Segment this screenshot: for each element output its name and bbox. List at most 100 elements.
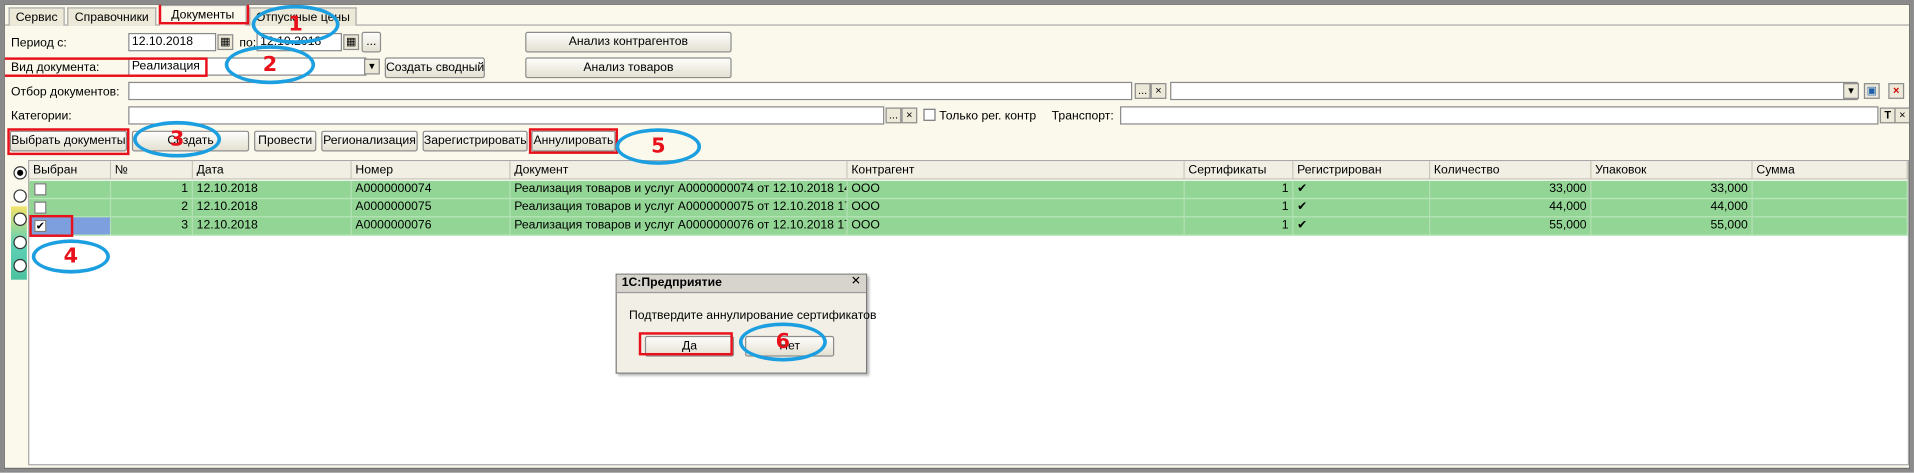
row-checkbox[interactable] xyxy=(34,183,47,196)
cell-registered: ✔ xyxy=(1293,217,1431,235)
transport-input[interactable] xyxy=(1120,106,1879,125)
categories-input[interactable] xyxy=(128,106,885,125)
cell-num: 3 xyxy=(111,217,193,235)
table-row[interactable]: 1 12.10.2018 A0000000074 Реализация това… xyxy=(29,180,1908,200)
cell-contractor: ООО xyxy=(848,199,1185,217)
col-header-date[interactable]: Дата xyxy=(192,161,352,180)
annotation-rect-select-docs xyxy=(7,128,130,156)
doc-filter-dots-button[interactable]: ... xyxy=(1134,83,1151,99)
analysis-contractors-button[interactable]: Анализ контрагентов xyxy=(525,31,732,53)
doc-filter-extra-select[interactable] xyxy=(1170,81,1858,101)
cell-sum xyxy=(1753,199,1908,217)
cell-packs: 33,000 xyxy=(1591,180,1753,198)
tab-references[interactable]: Справочники xyxy=(67,7,157,26)
col-header-selected[interactable]: Выбран xyxy=(29,161,112,180)
regionalization-button[interactable]: Регионализация xyxy=(321,130,418,152)
cell-num: 2 xyxy=(111,199,193,217)
period-from-input[interactable]: 12.10.2018 xyxy=(128,32,217,52)
cell-certificates: 1 xyxy=(1185,199,1294,217)
annotation-step-6: 6 xyxy=(738,322,827,362)
app-window: Сервис Справочники Документы Отпускные ц… xyxy=(3,3,1911,470)
cell-contractor: ООО xyxy=(848,180,1185,198)
screenshot-root: Сервис Справочники Документы Отпускные ц… xyxy=(0,0,1914,473)
cell-number: A0000000074 xyxy=(352,180,511,198)
cell-document: Реализация товаров и услуг A0000000075 о… xyxy=(511,199,848,217)
col-header-sum[interactable]: Сумма xyxy=(1752,161,1908,180)
transport-clear-icon[interactable]: × xyxy=(1894,107,1910,124)
annotation-step-3: 3 xyxy=(133,120,222,158)
cell-registered: ✔ xyxy=(1293,199,1431,217)
radio-marker[interactable] xyxy=(13,189,27,203)
annotation-rect-documents-tab xyxy=(158,4,250,25)
col-header-document[interactable]: Документ xyxy=(510,161,848,180)
categories-dots-button[interactable]: ... xyxy=(885,107,902,124)
radio-marker[interactable] xyxy=(13,258,27,273)
col-header-certificates[interactable]: Сертификаты xyxy=(1184,161,1294,180)
col-header-num[interactable]: № xyxy=(111,161,193,180)
cell-contractor: ООО xyxy=(848,217,1185,235)
col-header-packs[interactable]: Упаковок xyxy=(1591,161,1753,180)
doc-filter-input[interactable] xyxy=(128,81,1133,101)
annotation-step-1: 1 xyxy=(251,4,340,44)
radio-marker[interactable] xyxy=(13,235,27,250)
col-header-registered[interactable]: Регистрирован xyxy=(1293,161,1431,180)
cell-sum xyxy=(1753,217,1908,235)
radio-marker[interactable] xyxy=(13,166,27,180)
dialog-message: Подтвердите аннулирование сертификатов xyxy=(629,309,877,323)
cell-quantity: 44,000 xyxy=(1430,199,1592,217)
confirm-dialog: 1С:Предприятие ✕ Подтвердите аннулирован… xyxy=(615,273,876,374)
delete-icon[interactable]: × xyxy=(1888,83,1905,99)
calendar-from-icon[interactable]: ▦ xyxy=(217,34,234,51)
annotation-step-5: 5 xyxy=(615,128,702,165)
cell-certificates: 1 xyxy=(1185,217,1294,235)
calendar-to-icon[interactable]: ▦ xyxy=(343,34,360,51)
col-header-quantity[interactable]: Количество xyxy=(1430,161,1592,180)
cell-date: 12.10.2018 xyxy=(193,180,352,198)
tab-service[interactable]: Сервис xyxy=(8,7,65,26)
cell-packs: 44,000 xyxy=(1591,199,1753,217)
col-header-contractor[interactable]: Контрагент xyxy=(847,161,1185,180)
transport-label: Транспорт: xyxy=(1051,109,1114,124)
annotation-rect-doc-type xyxy=(4,57,208,77)
cell-packs: 55,000 xyxy=(1591,217,1753,235)
chevron-down-icon[interactable]: ▾ xyxy=(1843,83,1859,99)
register-button[interactable]: Зарегистрировать xyxy=(422,130,528,152)
only-reg-label: Только рег. контр xyxy=(939,109,1037,124)
cell-certificates: 1 xyxy=(1185,180,1294,198)
save-icon[interactable]: ▣ xyxy=(1863,83,1880,99)
categories-clear-icon[interactable]: × xyxy=(901,107,918,124)
categories-label: Категории: xyxy=(10,109,72,124)
dialog-title: 1С:Предприятие xyxy=(621,276,722,290)
close-icon[interactable]: ✕ xyxy=(851,275,861,288)
doc-filter-clear-icon[interactable]: × xyxy=(1150,83,1167,99)
row-checkbox[interactable] xyxy=(34,201,47,214)
cell-registered: ✔ xyxy=(1293,180,1431,198)
cell-document: Реализация товаров и услуг A0000000074 о… xyxy=(511,180,848,198)
text-icon[interactable]: T xyxy=(1879,107,1896,124)
radio-marker[interactable] xyxy=(13,212,27,226)
cell-date: 12.10.2018 xyxy=(193,217,352,235)
create-summary-button[interactable]: Создать сводный xyxy=(384,57,485,79)
chevron-down-icon[interactable]: ▾ xyxy=(363,58,380,75)
col-header-number[interactable]: Номер xyxy=(351,161,511,180)
cell-sum xyxy=(1753,180,1908,198)
dialog-titlebar: 1С:Предприятие ✕ xyxy=(616,274,866,294)
cell-number: A0000000075 xyxy=(352,199,511,217)
analysis-goods-button[interactable]: Анализ товаров xyxy=(525,57,732,79)
table-row[interactable]: 2 12.10.2018 A0000000075 Реализация това… xyxy=(29,199,1908,218)
table-row[interactable]: ✔ 3 12.10.2018 A0000000076 Реализация то… xyxy=(29,217,1908,236)
annotation-step-4: 4 xyxy=(31,239,110,274)
annotation-rect-checkbox xyxy=(29,214,74,237)
post-button[interactable]: Провести xyxy=(254,130,317,152)
annotation-step-2: 2 xyxy=(224,45,316,85)
period-from-label: Период с: xyxy=(10,36,67,51)
cell-document: Реализация товаров и услуг A0000000076 о… xyxy=(511,217,848,235)
cell-num: 1 xyxy=(111,180,193,198)
cell-date: 12.10.2018 xyxy=(193,199,352,217)
cell-selected[interactable] xyxy=(29,199,112,217)
cell-selected[interactable] xyxy=(29,180,112,198)
cell-quantity: 33,000 xyxy=(1430,180,1592,198)
period-select-button[interactable]: ... xyxy=(361,31,382,53)
only-reg-checkbox[interactable] xyxy=(923,108,936,121)
documents-table[interactable]: Выбран № Дата Номер Документ Контрагент … xyxy=(28,160,1910,466)
